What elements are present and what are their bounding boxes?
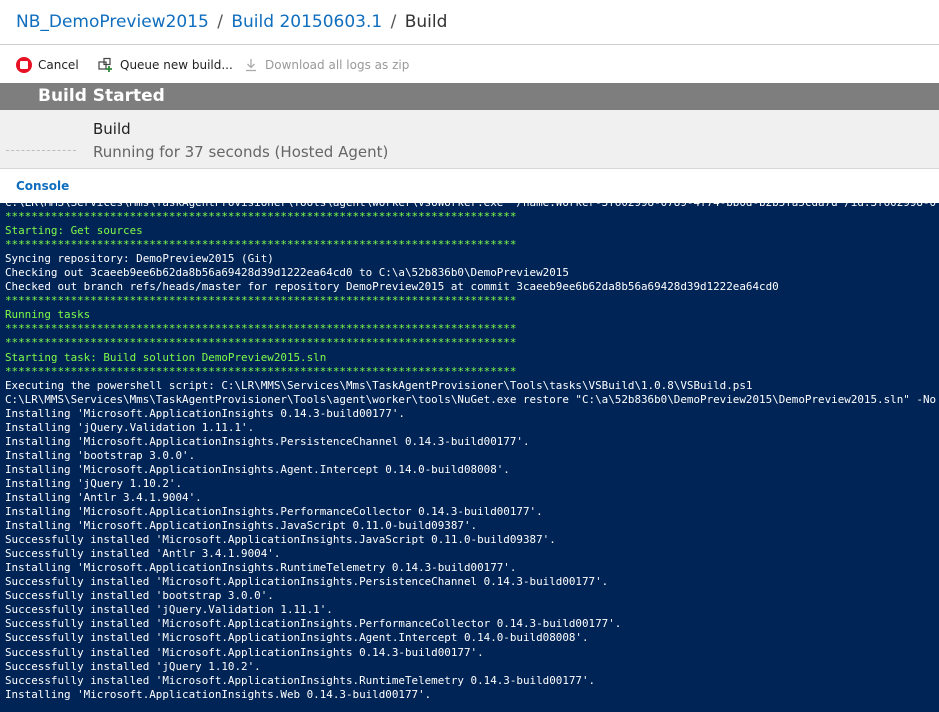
console-line: Installing 'Microsoft.ApplicationInsight… bbox=[5, 505, 543, 519]
console-line: ****************************************… bbox=[5, 210, 517, 224]
queue-new-build-button[interactable]: Queue new build... bbox=[98, 56, 233, 74]
cancel-button[interactable]: Cancel bbox=[16, 56, 79, 74]
console-line: Successfully installed 'bootstrap 3.0.0'… bbox=[5, 589, 274, 603]
queue-new-build-label: Queue new build... bbox=[120, 58, 233, 72]
console-line: Successfully installed 'Antlr 3.4.1.9004… bbox=[5, 547, 281, 561]
job-running-detail: Running for 37 seconds (Hosted Agent) bbox=[93, 143, 389, 161]
console-line: C:\LR\MMS\Services\Mms\TaskAgentProvisio… bbox=[5, 203, 936, 210]
console-line: Installing 'Microsoft.ApplicationInsight… bbox=[5, 462, 510, 476]
build-job-status: Build Running for 37 seconds (Hosted Age… bbox=[0, 110, 939, 169]
console-line: Successfully installed 'Microsoft.Applic… bbox=[5, 533, 556, 547]
console-line: ****************************************… bbox=[5, 238, 517, 252]
breadcrumb-current: Build bbox=[404, 12, 448, 32]
console-line: Executing the powershell script: C:\LR\M… bbox=[5, 378, 753, 392]
console-line: Successfully installed 'Microsoft.Applic… bbox=[5, 631, 589, 645]
console-line: Installing 'Microsoft.ApplicationInsight… bbox=[5, 406, 405, 420]
console-line: ****************************************… bbox=[5, 322, 517, 336]
console-line: Successfully installed 'Microsoft.Applic… bbox=[5, 575, 609, 589]
console-line: Installing 'Microsoft.ApplicationInsight… bbox=[5, 561, 517, 575]
console-line: ****************************************… bbox=[5, 336, 517, 350]
console-line: Successfully installed 'jQuery 1.10.2'. bbox=[5, 659, 261, 673]
console-line: ****************************************… bbox=[5, 364, 517, 378]
breadcrumb-separator: / bbox=[217, 12, 223, 32]
console-line: Installing 'Microsoft.ApplicationInsight… bbox=[5, 519, 478, 533]
console-line: Successfully installed 'jQuery.Validatio… bbox=[5, 603, 333, 617]
console-line: Checked out branch refs/heads/master for… bbox=[5, 280, 779, 294]
console-lines: C:\LR\MMS\Services\Mms\TaskAgentProvisio… bbox=[5, 203, 936, 702]
console-line: Installing 'bootstrap 3.0.0'. bbox=[5, 448, 196, 462]
console-line: Successfully installed 'Microsoft.Applic… bbox=[5, 673, 596, 687]
console-line: Installing 'Microsoft.ApplicationInsight… bbox=[5, 687, 432, 701]
queue-build-icon bbox=[98, 57, 114, 73]
console-line: C:\LR\MMS\Services\Mms\TaskAgentProvisio… bbox=[5, 392, 937, 406]
header-divider bbox=[0, 44, 939, 45]
console-line: Installing 'Antlr 3.4.1.9004'. bbox=[5, 490, 202, 504]
breadcrumb: NB_DemoPreview2015 / Build 20150603.1 / … bbox=[16, 12, 447, 36]
console-line: Starting task: Build solution DemoPrevie… bbox=[5, 350, 327, 364]
timeline-dashes bbox=[6, 150, 76, 151]
console-line: Successfully installed 'Microsoft.Applic… bbox=[5, 645, 484, 659]
console-line: ****************************************… bbox=[5, 294, 517, 308]
breadcrumb-separator: / bbox=[390, 12, 397, 32]
console-line: Installing 'Microsoft.ApplicationInsight… bbox=[5, 434, 530, 448]
toolbar: Cancel Queue new build... Download all l… bbox=[0, 52, 939, 78]
breadcrumb-project-link[interactable]: NB_DemoPreview2015 bbox=[16, 12, 209, 32]
console-output[interactable]: C:\LR\MMS\Services\Mms\TaskAgentProvisio… bbox=[0, 203, 939, 712]
download-logs-button[interactable]: Download all logs as zip bbox=[243, 56, 409, 74]
stop-icon bbox=[16, 57, 32, 73]
tab-console[interactable]: Console bbox=[16, 179, 69, 193]
download-icon bbox=[243, 57, 259, 73]
console-line: Running tasks bbox=[5, 308, 91, 322]
banner-title: Build Started bbox=[38, 86, 165, 106]
console-line: Checking out 3caeeb9ee6b62da8b56a69428d3… bbox=[5, 266, 569, 280]
cancel-label: Cancel bbox=[38, 58, 79, 72]
console-line: Successfully installed 'Microsoft.Applic… bbox=[5, 617, 622, 631]
console-line: Installing 'jQuery 1.10.2'. bbox=[5, 476, 183, 490]
download-logs-label: Download all logs as zip bbox=[265, 58, 410, 72]
breadcrumb-build-link[interactable]: Build 20150603.1 bbox=[231, 12, 382, 32]
job-name: Build bbox=[93, 120, 131, 138]
build-status-banner: Build Started bbox=[0, 83, 939, 110]
console-line: Syncing repository: DemoPreview2015 (Git… bbox=[5, 252, 274, 266]
console-line: Starting: Get sources bbox=[5, 224, 143, 238]
console-line: Installing 'jQuery.Validation 1.11.1'. bbox=[5, 420, 255, 434]
